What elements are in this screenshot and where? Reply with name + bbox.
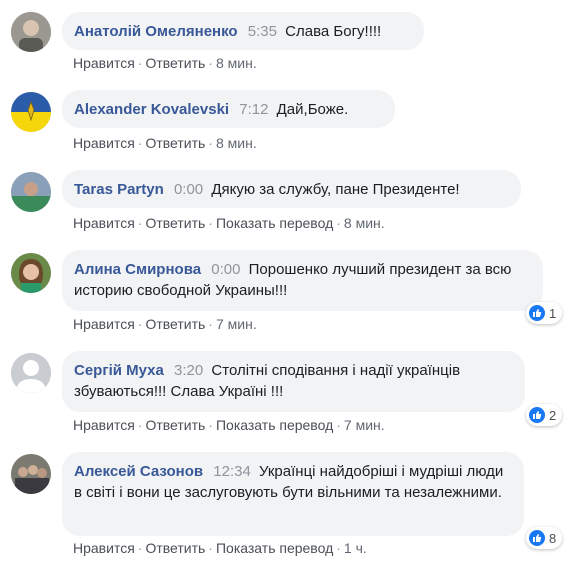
comment-timestamp[interactable]: 5:35 [248, 23, 277, 40]
separator: · [137, 417, 143, 433]
comment-actions: Нравится · Ответить · Показать перевод · 1 ч. [73, 540, 367, 556]
comment-timestamp[interactable]: 3:20 [174, 362, 203, 379]
comment-bubble: Taras Partyn 0:00 Дякую за службу, пане … [62, 170, 521, 208]
comment-bubble: Алексей Сазонов 12:34 Українці найдобріш… [62, 452, 524, 536]
comment-author[interactable]: Taras Partyn [74, 181, 164, 198]
like-link[interactable]: Нравится [73, 135, 135, 151]
comment-age[interactable]: 7 мин. [216, 316, 257, 332]
avatar[interactable] [11, 253, 51, 293]
translate-link[interactable]: Показать перевод [216, 417, 333, 433]
translate-link[interactable]: Показать перевод [216, 540, 333, 556]
comment-bubble: Alexander Kovalevski 7:12 Дай,Боже. [62, 90, 395, 128]
reaction-count-value: 8 [549, 530, 557, 546]
like-icon [529, 305, 545, 321]
comment-actions: Нравится · Ответить · 8 мин. [73, 135, 257, 151]
comment-author[interactable]: Алина Смирнова [74, 261, 201, 278]
comment-age[interactable]: 8 мин. [216, 55, 257, 71]
comment-timestamp[interactable]: 7:12 [239, 101, 268, 118]
like-link[interactable]: Нравится [73, 417, 135, 433]
comment-author[interactable]: Анатолій Омеляненко [74, 23, 238, 40]
like-link[interactable]: Нравится [73, 316, 135, 332]
comment-age[interactable]: 1 ч. [344, 540, 367, 556]
comment-text: Дай,Боже. [276, 101, 349, 118]
separator: · [208, 215, 213, 231]
like-link[interactable]: Нравится [73, 55, 135, 71]
reaction-count[interactable]: 2 [526, 404, 563, 426]
reaction-count-value: 2 [549, 407, 557, 423]
comment-text: Дякую за службу, пане Президенте! [211, 181, 460, 198]
comment-author[interactable]: Сергій Муха [74, 362, 164, 379]
like-link[interactable]: Нравится [73, 540, 135, 556]
like-icon [529, 530, 545, 546]
reaction-count[interactable]: 8 [526, 527, 563, 549]
separator: · [336, 215, 341, 231]
reaction-count-value: 1 [549, 305, 557, 321]
separator: · [208, 540, 213, 556]
avatar[interactable] [11, 92, 51, 132]
comment-actions: Нравится · Ответить · 8 мин. [73, 55, 257, 71]
reply-link[interactable]: Ответить [145, 316, 205, 332]
reaction-count[interactable]: 1 [526, 302, 563, 324]
comment-bubble: Алина Смирнова 0:00 Порошенко лучший пре… [62, 250, 543, 311]
comment-author[interactable]: Alexander Kovalevski [74, 101, 229, 118]
reply-link[interactable]: Ответить [145, 215, 205, 231]
comment-author[interactable]: Алексей Сазонов [74, 463, 203, 480]
separator: · [137, 316, 143, 332]
reply-link[interactable]: Ответить [145, 417, 205, 433]
comment-text: Слава Богу!!!! [285, 23, 382, 40]
comment-actions: Нравится · Ответить · 7 мин. [73, 316, 257, 332]
comment-age[interactable]: 8 мин. [216, 135, 257, 151]
reply-link[interactable]: Ответить [145, 135, 205, 151]
comment-timestamp[interactable]: 12:34 [213, 463, 251, 480]
translate-link[interactable]: Показать перевод [216, 215, 333, 231]
comment-bubble: Анатолій Омеляненко 5:35 Слава Богу!!!! [62, 12, 424, 50]
avatar[interactable] [11, 353, 51, 393]
comment-age[interactable]: 8 мин. [344, 215, 385, 231]
separator: · [137, 540, 143, 556]
comment-timestamp[interactable]: 0:00 [211, 261, 240, 278]
separator: · [137, 215, 143, 231]
avatar[interactable] [11, 172, 51, 212]
avatar[interactable] [11, 12, 51, 52]
separator: · [336, 417, 341, 433]
separator: · [137, 55, 143, 71]
like-link[interactable]: Нравится [73, 215, 135, 231]
separator: · [137, 135, 143, 151]
reply-link[interactable]: Ответить [145, 540, 205, 556]
reply-link[interactable]: Ответить [145, 55, 205, 71]
comment-age[interactable]: 7 мин. [344, 417, 385, 433]
like-icon [529, 407, 545, 423]
separator: · [208, 316, 213, 332]
comment-actions: Нравится · Ответить · Показать перевод · 8 мин… [73, 215, 385, 231]
separator: · [336, 540, 341, 556]
separator: · [208, 135, 213, 151]
comment-timestamp[interactable]: 0:00 [174, 181, 203, 198]
separator: · [208, 55, 213, 71]
comment-bubble: Сергій Муха 3:20 Столітні сподівання і н… [62, 351, 525, 412]
avatar[interactable] [11, 454, 51, 494]
separator: · [208, 417, 213, 433]
comment-actions: Нравится · Ответить · Показать перевод · 7 мин… [73, 417, 385, 433]
